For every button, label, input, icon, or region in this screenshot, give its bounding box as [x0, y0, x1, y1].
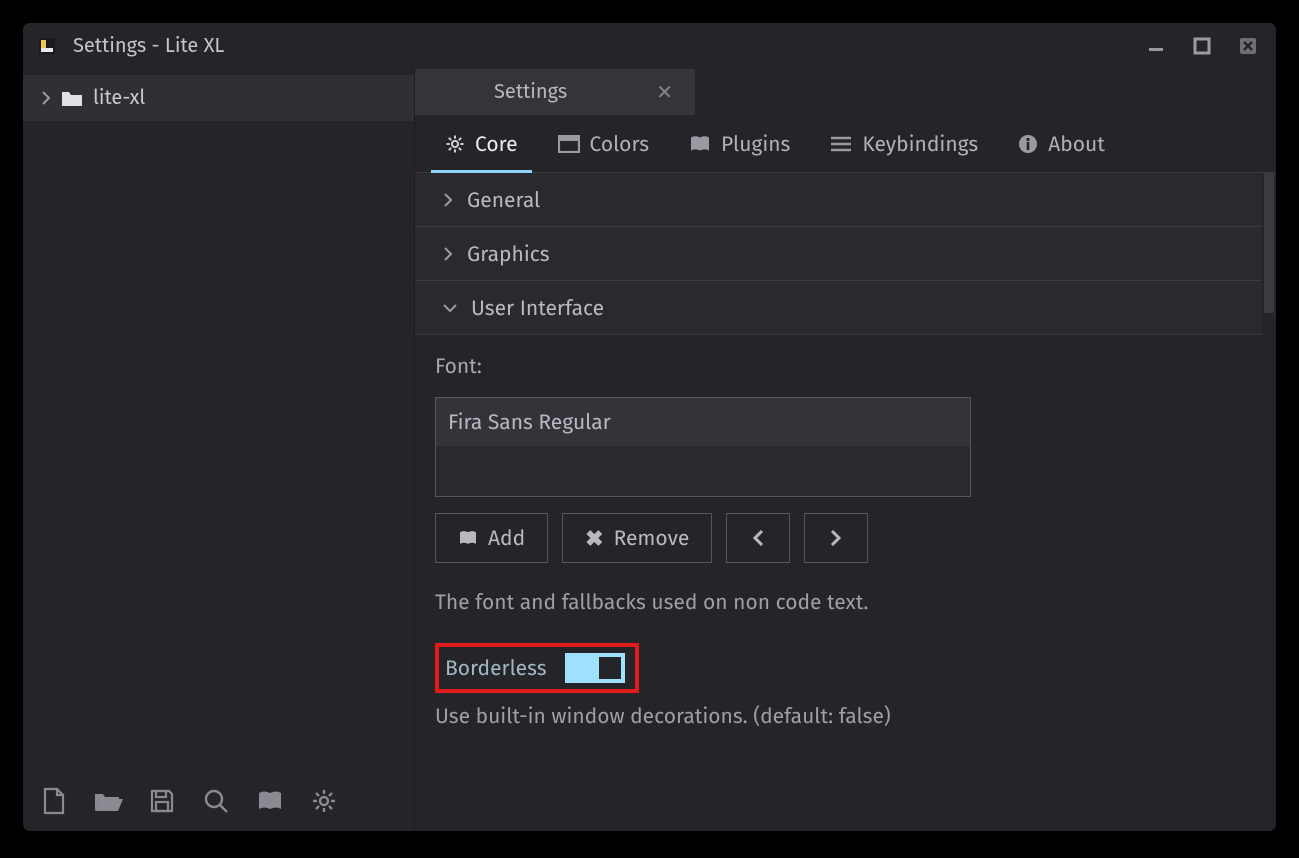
move-font-right-button[interactable] — [804, 513, 868, 563]
section-general-label: General — [467, 187, 540, 213]
document-tab-label: Settings — [437, 80, 624, 104]
new-file-icon[interactable] — [39, 786, 69, 816]
app-window: Settings - Lite XL lite-xl — [22, 22, 1277, 832]
borderless-label: Borderless — [445, 655, 547, 681]
tree-root-item[interactable]: lite-xl — [23, 75, 414, 121]
close-icon: ✖ — [585, 525, 603, 552]
book-icon[interactable] — [255, 786, 285, 816]
chevron-left-icon — [752, 529, 764, 547]
settings-tab-core-label: Core — [475, 131, 518, 157]
section-graphics[interactable]: Graphics — [415, 227, 1262, 281]
chevron-right-icon — [830, 529, 842, 547]
titlebar: Settings - Lite XL — [23, 23, 1276, 69]
book-icon — [458, 530, 478, 546]
app-icon — [37, 36, 57, 56]
add-font-button[interactable]: Add — [435, 513, 548, 563]
editor-area: Settings ✕ Core Colors — [415, 69, 1276, 831]
project-tree: lite-xl — [23, 69, 414, 771]
settings-tab-keybindings[interactable]: Keybindings — [810, 115, 998, 172]
section-general[interactable]: General — [415, 173, 1262, 227]
borderless-caption: Use built-in window decorations. (defaul… — [435, 703, 1242, 729]
settings-tab-core[interactable]: Core — [425, 115, 538, 172]
settings-tab-keybindings-label: Keybindings — [862, 131, 978, 157]
font-label: Font: — [435, 353, 1242, 379]
window-minimize[interactable] — [1142, 33, 1170, 59]
settings-tab-colors[interactable]: Colors — [538, 115, 670, 172]
chevron-down-icon — [443, 303, 457, 313]
scrollbar[interactable] — [1264, 173, 1274, 313]
chevron-right-icon — [41, 91, 51, 105]
tree-root-label: lite-xl — [93, 86, 145, 110]
document-tab-bar: Settings ✕ — [415, 69, 1276, 115]
info-icon — [1018, 134, 1038, 154]
gear-icon — [445, 134, 465, 154]
chevron-right-icon — [443, 193, 453, 207]
window-icon — [558, 135, 580, 153]
search-icon[interactable] — [201, 786, 231, 816]
window-close[interactable] — [1234, 33, 1262, 59]
font-description: The font and fallbacks used on non code … — [435, 589, 1242, 615]
toggle-knob — [599, 657, 621, 679]
window-title: Settings - Lite XL — [73, 34, 224, 58]
window-maximize[interactable] — [1188, 33, 1216, 59]
chevron-right-icon — [443, 247, 453, 261]
move-font-left-button[interactable] — [726, 513, 790, 563]
font-listbox[interactable]: Fira Sans Regular — [435, 397, 971, 497]
folder-icon — [61, 89, 83, 107]
settings-tab-colors-label: Colors — [590, 131, 650, 157]
font-button-row: Add ✖ Remove — [435, 513, 1242, 563]
remove-button-label: Remove — [614, 525, 690, 551]
add-button-label: Add — [488, 525, 525, 551]
save-icon[interactable] — [147, 786, 177, 816]
remove-font-button[interactable]: ✖ Remove — [562, 513, 712, 563]
sidebar: lite-xl — [23, 69, 415, 831]
font-item[interactable]: Fira Sans Regular — [436, 398, 970, 446]
document-tab-settings[interactable]: Settings ✕ — [415, 69, 695, 115]
section-graphics-label: Graphics — [467, 241, 550, 267]
settings-tab-strip: Core Colors Plugins — [415, 115, 1276, 173]
borderless-toggle[interactable] — [565, 653, 625, 683]
ui-section-body: Font: Fira Sans Regular Add — [415, 335, 1262, 739]
settings-tab-plugins-label: Plugins — [721, 131, 790, 157]
settings-tab-plugins[interactable]: Plugins — [669, 115, 810, 172]
gear-icon[interactable] — [309, 786, 339, 816]
section-ui-label: User Interface — [471, 295, 604, 321]
open-folder-icon[interactable] — [93, 786, 123, 816]
settings-scroll: General Graphics User Interface — [415, 173, 1276, 831]
borderless-setting-highlight: Borderless — [435, 643, 639, 693]
settings-tab-about[interactable]: About — [998, 115, 1125, 172]
list-icon — [830, 135, 852, 153]
close-icon[interactable]: ✕ — [656, 80, 673, 105]
sidebar-toolbar — [23, 771, 414, 831]
book-icon — [689, 135, 711, 153]
settings-tab-about-label: About — [1048, 131, 1105, 157]
section-user-interface[interactable]: User Interface — [415, 281, 1262, 335]
